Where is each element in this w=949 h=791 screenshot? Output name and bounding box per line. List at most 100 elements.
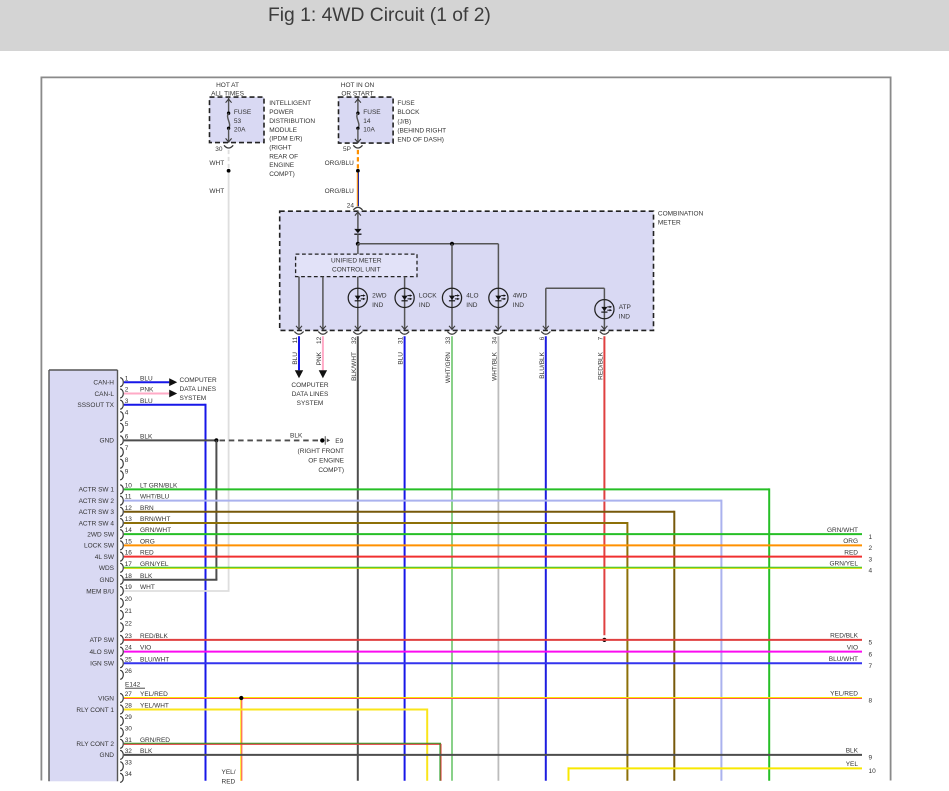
svg-text:SSSOUT TX: SSSOUT TX xyxy=(77,402,114,409)
svg-text:VIO: VIO xyxy=(847,644,858,651)
svg-text:BLK: BLK xyxy=(290,432,303,439)
svg-text:SYSTEM: SYSTEM xyxy=(297,400,324,407)
svg-text:4L SW: 4L SW xyxy=(95,554,115,561)
svg-text:COMPUTER: COMPUTER xyxy=(180,377,218,384)
svg-text:2WD SW: 2WD SW xyxy=(87,531,115,538)
svg-text:34: 34 xyxy=(491,336,498,344)
svg-text:PNK: PNK xyxy=(316,351,323,365)
svg-text:5: 5 xyxy=(125,421,129,428)
svg-text:ORG/BLU: ORG/BLU xyxy=(325,160,355,167)
svg-text:MODULE: MODULE xyxy=(269,127,297,134)
svg-text:WHT: WHT xyxy=(209,160,224,167)
svg-text:ACTR SW 4: ACTR SW 4 xyxy=(79,520,115,527)
svg-text:CONTROL UNIT: CONTROL UNIT xyxy=(332,267,381,274)
svg-text:RED/BLK: RED/BLK xyxy=(830,633,858,640)
svg-text:IND: IND xyxy=(619,313,631,320)
svg-text:GRN/WHT: GRN/WHT xyxy=(827,527,858,534)
svg-text:COMBINATION: COMBINATION xyxy=(658,210,704,217)
svg-text:VIGN: VIGN xyxy=(98,695,114,702)
svg-text:29: 29 xyxy=(125,714,133,721)
svg-text:GND: GND xyxy=(100,752,115,759)
svg-text:LOCK: LOCK xyxy=(419,293,437,300)
svg-text:GND: GND xyxy=(100,438,115,445)
svg-text:10: 10 xyxy=(869,768,877,775)
svg-text:FUSE: FUSE xyxy=(234,109,252,116)
svg-text:END OF DASH): END OF DASH) xyxy=(397,137,444,144)
svg-text:ENGINE: ENGINE xyxy=(269,162,295,169)
svg-text:LOCK SW: LOCK SW xyxy=(84,543,115,550)
svg-text:RLY CONT 1: RLY CONT 1 xyxy=(76,707,114,714)
svg-text:SYSTEM: SYSTEM xyxy=(180,395,207,402)
svg-text:22: 22 xyxy=(125,620,133,627)
svg-text:24: 24 xyxy=(347,203,355,210)
svg-text:30: 30 xyxy=(125,726,133,733)
svg-text:20: 20 xyxy=(125,596,133,603)
svg-text:E142: E142 xyxy=(125,682,141,689)
svg-text:WDS: WDS xyxy=(99,565,115,572)
svg-text:YEL/RED: YEL/RED xyxy=(830,691,858,698)
svg-text:CAN-L: CAN-L xyxy=(94,391,114,398)
svg-text:33: 33 xyxy=(445,336,452,344)
svg-text:4LO: 4LO xyxy=(466,293,478,300)
svg-text:IND: IND xyxy=(419,302,431,309)
svg-text:9: 9 xyxy=(869,755,873,762)
svg-text:4: 4 xyxy=(869,568,873,575)
svg-text:POWER: POWER xyxy=(269,109,294,116)
svg-text:BLU/WHT: BLU/WHT xyxy=(829,656,858,663)
svg-text:GRN/YEL: GRN/YEL xyxy=(829,561,858,568)
svg-text:METER: METER xyxy=(658,220,681,227)
svg-text:6: 6 xyxy=(539,336,546,340)
svg-text:HOT AT: HOT AT xyxy=(216,82,239,89)
svg-text:12: 12 xyxy=(316,336,323,344)
svg-text:ORG/BLU: ORG/BLU xyxy=(325,188,355,195)
svg-text:BLK: BLK xyxy=(846,748,859,755)
svg-text:26: 26 xyxy=(125,668,133,675)
svg-text:ORG: ORG xyxy=(843,538,858,545)
svg-text:ATP: ATP xyxy=(619,304,631,311)
svg-text:1: 1 xyxy=(869,534,873,541)
svg-text:ATP SW: ATP SW xyxy=(90,637,115,644)
svg-text:BLOCK: BLOCK xyxy=(397,109,420,116)
svg-text:7: 7 xyxy=(869,663,873,670)
svg-text:DISTRIBUTION: DISTRIBUTION xyxy=(269,118,315,125)
svg-text:FUSE: FUSE xyxy=(363,109,381,116)
svg-text:YEL/: YEL/ xyxy=(222,769,236,776)
svg-text:4: 4 xyxy=(125,409,129,416)
svg-text:32: 32 xyxy=(351,336,358,344)
svg-text:RED/BLK: RED/BLK xyxy=(597,351,604,379)
svg-text:BLK/WHT: BLK/WHT xyxy=(351,352,358,381)
svg-text:ALL TIMES: ALL TIMES xyxy=(211,90,245,97)
svg-text:34: 34 xyxy=(125,771,133,778)
svg-text:HOT IN ON: HOT IN ON xyxy=(341,82,375,89)
svg-text:ACTR SW 3: ACTR SW 3 xyxy=(79,509,115,516)
svg-text:BLU: BLU xyxy=(398,352,405,365)
svg-text:MEM B/U: MEM B/U xyxy=(86,588,114,595)
svg-text:19: 19 xyxy=(125,584,133,591)
svg-text:BLU/BLK: BLU/BLK xyxy=(539,351,546,378)
svg-text:ACTR SW 1: ACTR SW 1 xyxy=(79,487,115,494)
svg-text:IND: IND xyxy=(466,302,478,309)
svg-text:53: 53 xyxy=(234,118,242,125)
svg-text:CAN-H: CAN-H xyxy=(93,380,114,387)
svg-text:4LO SW: 4LO SW xyxy=(89,649,114,656)
svg-text:INTELLIGENT: INTELLIGENT xyxy=(269,100,311,107)
svg-text:FUSE: FUSE xyxy=(397,100,415,107)
svg-text:11: 11 xyxy=(292,336,299,343)
svg-text:5: 5 xyxy=(869,640,873,647)
svg-text:21: 21 xyxy=(125,608,133,615)
svg-text:GND: GND xyxy=(100,577,115,584)
svg-text:COMPT): COMPT) xyxy=(269,171,295,178)
svg-text:30: 30 xyxy=(215,146,223,153)
svg-text:33: 33 xyxy=(125,759,133,766)
svg-text:2: 2 xyxy=(869,545,873,552)
svg-text:7: 7 xyxy=(597,336,604,340)
svg-text:7: 7 xyxy=(125,445,129,452)
svg-text:OF ENGINE: OF ENGINE xyxy=(308,457,344,464)
svg-text:3: 3 xyxy=(869,556,873,563)
svg-text:(IPDM E/R): (IPDM E/R) xyxy=(269,136,302,143)
svg-text:IGN SW: IGN SW xyxy=(90,661,115,668)
svg-text:IND: IND xyxy=(372,302,384,309)
svg-text:8: 8 xyxy=(869,698,873,705)
svg-text:OR START: OR START xyxy=(341,90,373,97)
svg-text:ACTR SW 2: ACTR SW 2 xyxy=(79,498,115,505)
